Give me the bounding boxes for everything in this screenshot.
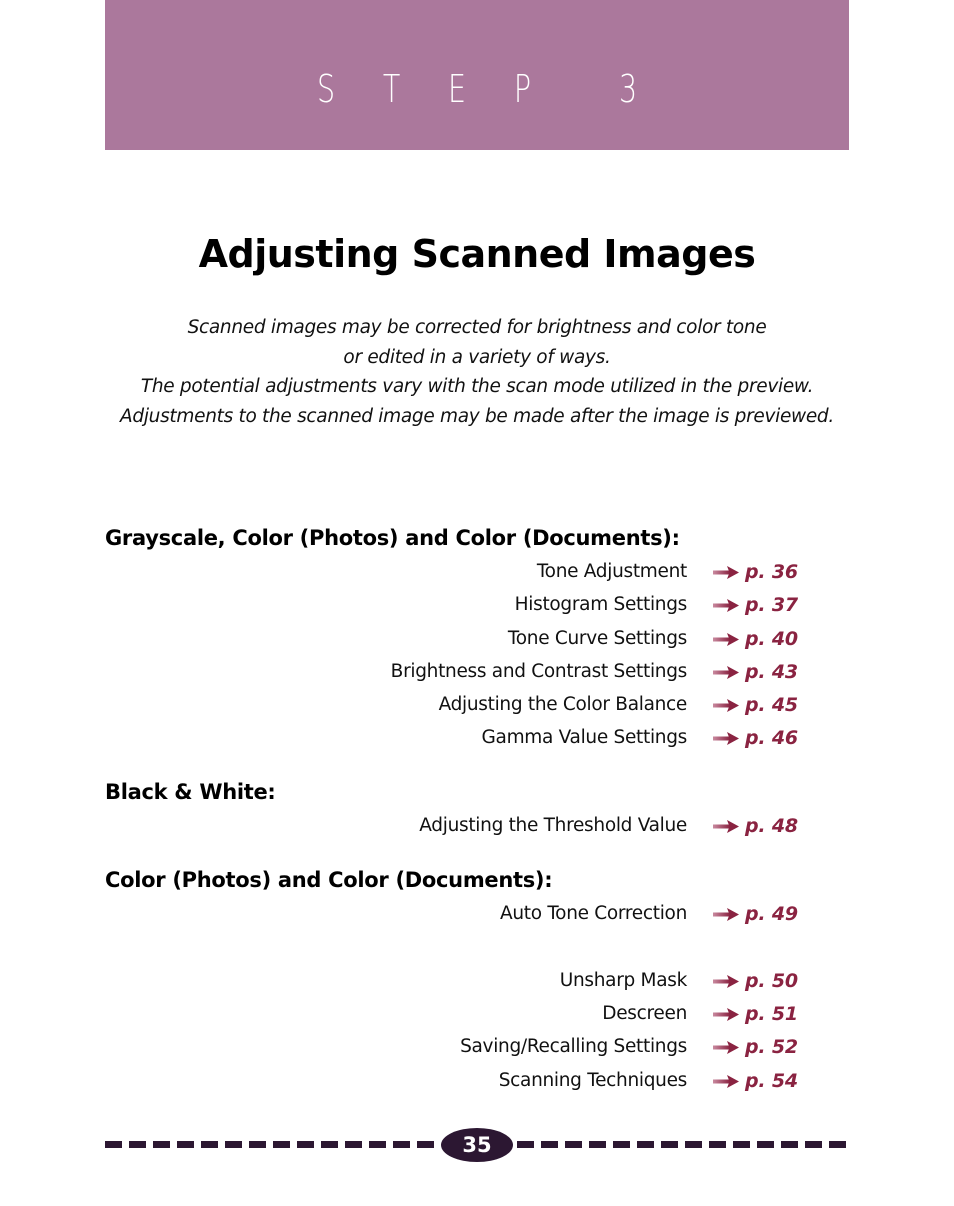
toc-label: Adjusting the Color Balance bbox=[438, 694, 688, 715]
dash bbox=[637, 1141, 654, 1148]
toc-page-ref[interactable]: p. 36 bbox=[745, 558, 798, 586]
dash bbox=[781, 1141, 798, 1148]
page-number: 35 bbox=[441, 1128, 513, 1162]
step-letter: S bbox=[316, 67, 335, 111]
right-arrow-icon bbox=[713, 820, 739, 833]
toc-entry[interactable]: Brightness and Contrast Settings p. 43 bbox=[105, 658, 805, 686]
dash bbox=[733, 1141, 750, 1148]
right-arrow-icon bbox=[713, 975, 739, 988]
toc-entry[interactable]: Unsharp Mask p. 50 bbox=[105, 967, 805, 995]
section-heading: Black & White: bbox=[105, 780, 276, 804]
right-arrow-icon bbox=[713, 732, 739, 745]
right-arrow-icon bbox=[713, 666, 739, 679]
step-number: 3 bbox=[619, 67, 638, 111]
dash bbox=[685, 1141, 702, 1148]
intro-line: Adjustments to the scanned image may be … bbox=[120, 405, 834, 427]
toc-page-ref[interactable]: p. 52 bbox=[745, 1033, 798, 1061]
toc-label: Unsharp Mask bbox=[559, 970, 688, 991]
dash bbox=[249, 1141, 266, 1148]
dash bbox=[541, 1141, 558, 1148]
right-arrow-icon bbox=[713, 599, 739, 612]
dash bbox=[273, 1141, 290, 1148]
right-arrow-icon bbox=[713, 908, 739, 921]
dash bbox=[225, 1141, 242, 1148]
toc-entry[interactable]: Adjusting the Threshold Value p. 48 bbox=[105, 812, 805, 840]
toc-label: Saving/Recalling Settings bbox=[460, 1036, 687, 1057]
toc-entry[interactable]: Gamma Value Settings p. 46 bbox=[105, 724, 805, 752]
toc-page-ref[interactable]: p. 43 bbox=[745, 658, 798, 686]
dash bbox=[201, 1141, 218, 1148]
dash bbox=[297, 1141, 314, 1148]
section-heading: Grayscale, Color (Photos) and Color (Doc… bbox=[105, 526, 680, 550]
toc-entry[interactable]: Tone Curve Settings p. 40 bbox=[105, 625, 805, 653]
toc-entry[interactable]: Tone Adjustment p. 36 bbox=[105, 558, 805, 586]
toc-entry[interactable]: Adjusting the Color Balance p. 45 bbox=[105, 691, 805, 719]
toc-page-ref[interactable]: p. 40 bbox=[745, 625, 798, 653]
toc-label: Brightness and Contrast Settings bbox=[390, 661, 688, 682]
toc-page-ref[interactable]: p. 45 bbox=[745, 691, 798, 719]
toc-label: Descreen bbox=[602, 1003, 687, 1024]
intro-line: The potential adjustments vary with the … bbox=[140, 376, 814, 397]
dash bbox=[709, 1141, 726, 1148]
dash bbox=[805, 1141, 822, 1148]
dash bbox=[589, 1141, 606, 1148]
dash bbox=[661, 1141, 678, 1148]
toc-label: Auto Tone Correction bbox=[499, 903, 687, 924]
toc-label: Tone Curve Settings bbox=[507, 628, 687, 649]
step-letter: E bbox=[448, 67, 467, 111]
toc-entry[interactable]: Saving/Recalling Settings p. 52 bbox=[105, 1033, 805, 1061]
intro-line: Scanned images may be corrected for brig… bbox=[187, 317, 767, 338]
page-title: Adjusting Scanned Images bbox=[198, 232, 756, 276]
step-banner: S T E P 3 bbox=[105, 0, 849, 150]
dash bbox=[321, 1141, 338, 1148]
toc-page-ref[interactable]: p. 48 bbox=[745, 812, 798, 840]
dash bbox=[345, 1141, 362, 1148]
dash bbox=[517, 1141, 534, 1148]
intro-line: or edited in a variety of ways. bbox=[343, 346, 611, 368]
right-arrow-icon bbox=[713, 699, 739, 712]
toc-entry[interactable]: Descreen p. 51 bbox=[105, 1000, 805, 1028]
dash bbox=[417, 1141, 434, 1148]
toc-entry[interactable]: Histogram Settings p. 37 bbox=[105, 591, 805, 619]
toc-entry[interactable]: Auto Tone Correction p. 49 bbox=[105, 900, 805, 928]
toc-label: Gamma Value Settings bbox=[481, 727, 688, 748]
toc-entry[interactable]: Scanning Techniques p. 54 bbox=[105, 1067, 805, 1095]
right-arrow-icon bbox=[713, 1075, 739, 1088]
right-arrow-icon bbox=[713, 1008, 739, 1021]
step-letter: T bbox=[382, 67, 401, 111]
dash bbox=[369, 1141, 386, 1148]
right-arrow-icon bbox=[713, 1041, 739, 1054]
step-label: S T E P 3 bbox=[105, 64, 849, 114]
toc-label: Histogram Settings bbox=[514, 594, 688, 615]
toc-page-ref[interactable]: p. 37 bbox=[745, 591, 798, 619]
right-arrow-icon bbox=[713, 566, 739, 579]
dash bbox=[177, 1141, 194, 1148]
dash bbox=[105, 1141, 122, 1148]
toc-page-ref[interactable]: p. 54 bbox=[745, 1067, 798, 1095]
toc-label: Adjusting the Threshold Value bbox=[419, 815, 687, 836]
dash bbox=[565, 1141, 582, 1148]
toc-page-ref[interactable]: p. 49 bbox=[745, 900, 798, 928]
toc-page-ref[interactable]: p. 51 bbox=[745, 1000, 798, 1028]
dash bbox=[829, 1141, 846, 1148]
toc-label: Tone Adjustment bbox=[536, 561, 687, 582]
dashes-right bbox=[517, 1141, 846, 1148]
toc-page-ref[interactable]: p. 50 bbox=[745, 967, 798, 995]
dash bbox=[129, 1141, 146, 1148]
intro-paragraph: Scanned images may be corrected for brig… bbox=[0, 313, 954, 431]
toc-page-ref[interactable]: p. 46 bbox=[745, 724, 798, 752]
dash bbox=[757, 1141, 774, 1148]
dash bbox=[153, 1141, 170, 1148]
dash bbox=[613, 1141, 630, 1148]
right-arrow-icon bbox=[713, 633, 739, 646]
toc-label: Scanning Techniques bbox=[498, 1070, 688, 1091]
section-heading: Color (Photos) and Color (Documents): bbox=[105, 868, 553, 892]
dashes-left bbox=[105, 1141, 434, 1148]
step-letter: P bbox=[513, 67, 532, 111]
dash bbox=[393, 1141, 410, 1148]
